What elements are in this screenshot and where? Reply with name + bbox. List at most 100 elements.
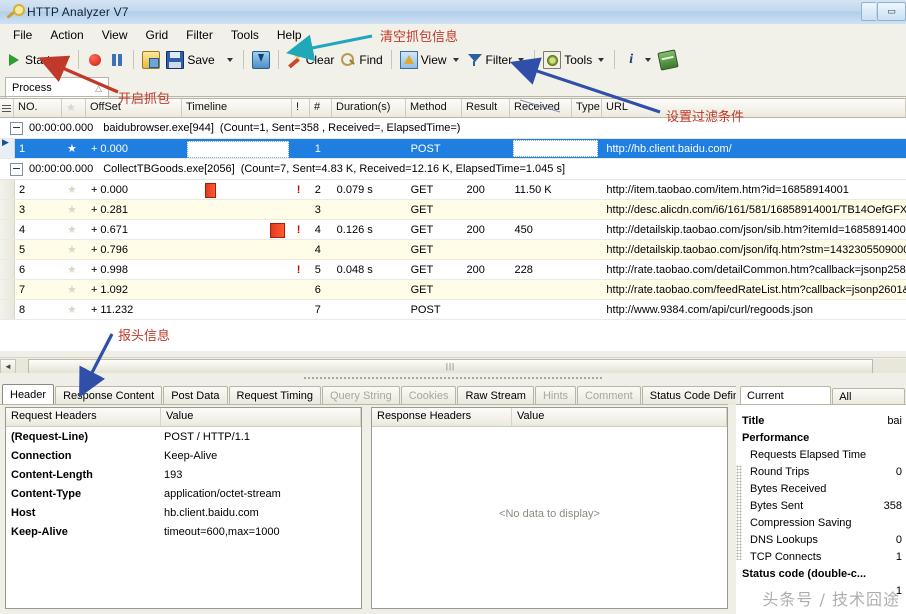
menu-item-view[interactable]: View <box>93 26 137 44</box>
grid-column-header-url[interactable]: URL <box>602 99 906 117</box>
star-icon[interactable]: ★ <box>67 204 77 216</box>
book-icon <box>658 49 679 70</box>
menu-item-filter[interactable]: Filter <box>177 26 222 44</box>
find-button[interactable]: Find <box>337 48 385 71</box>
row-selector[interactable]: ▶ <box>0 139 15 158</box>
tab-header[interactable]: Header <box>2 384 54 405</box>
grid-group-row[interactable]: 00:00:00.000CollectTBGoods.exe[2056](Cou… <box>0 159 906 180</box>
grid-column-header-method[interactable]: Method <box>406 99 462 117</box>
menu-item-help[interactable]: Help <box>268 26 311 44</box>
export-button[interactable] <box>249 48 273 71</box>
chevron-down-icon <box>62 58 68 62</box>
grid-column-header-num[interactable]: # <box>310 99 332 117</box>
summary-body[interactable]: TitlebaiPerformanceRequests Elapsed Time… <box>736 405 906 614</box>
request-header-row[interactable]: (Request-Line)POST / HTTP/1.1 <box>6 427 361 446</box>
start-dropdown-button[interactable] <box>53 48 73 71</box>
row-selector[interactable] <box>0 300 15 319</box>
request-header-row[interactable]: Keep-Alivetimeout=600,max=1000 <box>6 522 361 541</box>
row-selector[interactable] <box>0 180 15 199</box>
request-header-row[interactable]: Hosthb.client.baidu.com <box>6 503 361 522</box>
request-headers-list[interactable]: (Request-Line)POST / HTTP/1.1ConnectionK… <box>6 427 361 541</box>
minimize-button[interactable] <box>861 2 876 21</box>
grid-column-header-menu[interactable] <box>0 99 14 117</box>
grid-column-header-bang[interactable]: ! <box>292 99 310 117</box>
star-icon[interactable]: ★ <box>67 184 77 196</box>
request-header-row[interactable]: Content-Length193 <box>6 465 361 484</box>
tab-raw-stream[interactable]: Raw Stream <box>457 386 534 405</box>
summary-tab-current-process[interactable]: Current Process <box>740 386 831 406</box>
detail-tab-strip[interactable]: HeaderResponse ContentPost DataRequest T… <box>2 385 768 405</box>
star-icon[interactable]: ★ <box>67 143 77 155</box>
request-header-row[interactable]: Content-Typeapplication/octet-stream <box>6 484 361 503</box>
table-row[interactable]: 6★+ 0.998!50.048 sGET200228http://rate.t… <box>0 260 906 280</box>
start-button[interactable]: Start <box>3 48 53 71</box>
star-icon[interactable]: ★ <box>67 224 77 236</box>
grid-horizontal-scrollbar[interactable]: ◄ ||| <box>0 357 906 374</box>
star-icon[interactable]: ★ <box>67 284 77 296</box>
table-row[interactable]: 2★+ 0.000!20.079 sGET20011.50 Khttp://it… <box>0 180 906 200</box>
stop-button[interactable] <box>84 48 106 71</box>
star-icon[interactable]: ★ <box>67 264 77 276</box>
tab-request-timing[interactable]: Request Timing <box>229 386 321 405</box>
star-icon[interactable]: ★ <box>67 304 77 316</box>
table-row[interactable]: 7★+ 1.0926GEThttp://rate.taobao.com/feed… <box>0 280 906 300</box>
grid-column-header-result[interactable]: Result <box>462 99 510 117</box>
menu-item-grid[interactable]: Grid <box>137 26 178 44</box>
tab-response-content[interactable]: Response Content <box>55 386 162 405</box>
open-button[interactable] <box>139 48 163 71</box>
window-controls[interactable]: ▭ <box>861 2 906 21</box>
column-chooser-icon[interactable] <box>2 104 11 113</box>
window-title: HTTP Analyzer V7 <box>27 5 129 19</box>
pause-button[interactable] <box>106 48 128 71</box>
menu-item-file[interactable]: File <box>4 26 41 44</box>
horizontal-splitter[interactable] <box>0 373 906 383</box>
row-selector[interactable] <box>0 240 15 259</box>
table-row[interactable]: 4★+ 0.671!40.126 sGET200450http://detail… <box>0 220 906 240</box>
scrollbar-track[interactable]: ||| <box>16 359 906 374</box>
cell-offset: + 0.000 <box>87 143 183 155</box>
grid-group-row[interactable]: 00:00:00.000baidubrowser.exe[944](Count=… <box>0 118 906 139</box>
star-icon[interactable]: ★ <box>67 244 77 256</box>
menu-item-tools[interactable]: Tools <box>222 26 268 44</box>
view-button[interactable]: View <box>397 48 464 71</box>
request-headers-pane[interactable]: Request Headers Value (Request-Line)POST… <box>5 407 362 609</box>
grid-body[interactable]: 00:00:00.000baidubrowser.exe[944](Count=… <box>0 118 906 320</box>
summary-tab-strip[interactable]: Current ProcessAll Captured <box>740 386 906 406</box>
tools-button[interactable]: Tools <box>540 48 609 71</box>
save-dropdown-button[interactable] <box>218 48 238 71</box>
cell-method: GET <box>407 284 463 296</box>
filter-button[interactable]: Filter <box>464 48 530 71</box>
clear-button[interactable]: Clear <box>284 48 338 71</box>
row-selector[interactable] <box>0 260 15 279</box>
request-header-row[interactable]: ConnectionKeep-Alive <box>6 446 361 465</box>
group-collapse-icon[interactable] <box>10 163 23 176</box>
grid-column-header-received[interactable]: Received <box>510 99 572 117</box>
save-button[interactable]: Save <box>163 48 217 71</box>
grid-column-header-timeline[interactable]: Timeline <box>182 99 292 117</box>
cell-timeline <box>183 139 293 158</box>
grid-column-header-type[interactable]: Type <box>572 99 602 117</box>
grid-column-header-no[interactable]: NO. <box>14 99 62 117</box>
group-collapse-icon[interactable] <box>10 122 23 135</box>
row-selector[interactable] <box>0 200 15 219</box>
scrollbar-thumb[interactable]: ||| <box>28 359 873 374</box>
help-book-button[interactable] <box>656 48 680 71</box>
grid-column-header-starcol[interactable]: ★ <box>62 99 86 117</box>
capture-grid[interactable]: NO.★OffSetTimeline!#Duration(s)MethodRes… <box>0 98 906 351</box>
response-headers-pane[interactable]: Response Headers Value <No data to displ… <box>371 407 728 609</box>
scroll-left-arrow-icon[interactable]: ◄ <box>0 359 16 374</box>
maximize-button[interactable]: ▭ <box>877 2 906 21</box>
table-row[interactable]: 5★+ 0.7964GEThttp://detailskip.taobao.co… <box>0 240 906 260</box>
group-time: 00:00:00.000 <box>29 163 93 175</box>
row-selector[interactable] <box>0 220 15 239</box>
info-button[interactable]: i <box>620 48 656 71</box>
table-row[interactable]: 8★+ 11.2327POSThttp://www.9384.com/api/c… <box>0 300 906 320</box>
tab-post-data[interactable]: Post Data <box>163 386 227 405</box>
summary-scroll-grip-icon[interactable] <box>736 465 742 560</box>
menu-item-action[interactable]: Action <box>41 26 92 44</box>
table-row[interactable]: 3★+ 0.2813GEThttp://desc.alicdn.com/i6/1… <box>0 200 906 220</box>
grid-column-header-duration[interactable]: Duration(s) <box>332 99 406 117</box>
table-row[interactable]: ▶1★+ 0.0001POSThttp://hb.client.baidu.co… <box>0 139 906 159</box>
row-selector[interactable] <box>0 280 15 299</box>
cell-seq: 4 <box>311 224 333 236</box>
